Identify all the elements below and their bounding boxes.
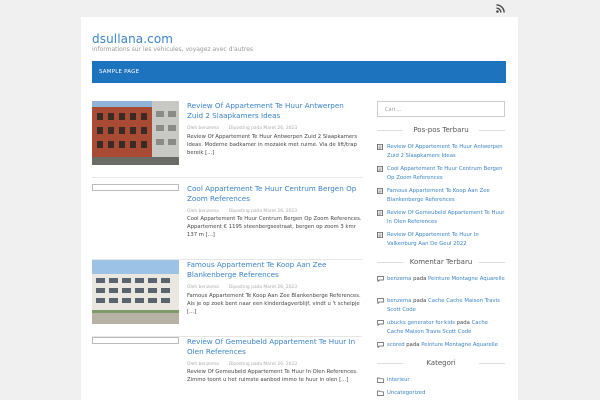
- site-description: informations sur les vehicules, voyagez …: [92, 46, 254, 53]
- comment-post-link[interactable]: Peinture Montagne Aquarelle: [428, 276, 505, 282]
- comment-author[interactable]: scored: [387, 342, 405, 348]
- post-date: Diposting pada Maret 26, 2023: [228, 126, 297, 131]
- main-navigation: SAMPLE PAGE: [92, 61, 506, 83]
- folder-icon: [377, 390, 384, 396]
- post-title[interactable]: Review Of Gemeubeld Appartement Te Huur …: [187, 337, 362, 357]
- document-icon: [377, 188, 383, 194]
- post-meta: Oleh benzema Diposting pada Maret 26, 202…: [187, 362, 297, 367]
- post-date: Diposting pada Maret 26, 2023: [228, 285, 297, 290]
- search-placeholder: Cari ...: [385, 107, 402, 113]
- recent-post-link[interactable]: Cool Appartement Te Huur Centrum Bergen …: [377, 165, 505, 182]
- document-icon: [377, 166, 383, 172]
- page-container: dsullana.com informations sur les vehicu…: [81, 17, 518, 400]
- post-excerpt: Review Of Gemeubeld Appartement Te Huur …: [187, 369, 358, 384]
- recent-post-link[interactable]: Review Of Appartement Te Huur In Valkenb…: [377, 231, 505, 248]
- categories-title: Kategori: [377, 359, 505, 367]
- rss-icon[interactable]: [496, 4, 505, 13]
- recent-post-link[interactable]: Review Of Gemeubeld Appartement Te Huur …: [377, 209, 505, 226]
- category-link[interactable]: interieur: [377, 377, 505, 383]
- post-thumbnail[interactable]: [92, 101, 179, 165]
- document-icon: [377, 144, 383, 150]
- document-icon: [377, 232, 383, 238]
- post-thumbnail[interactable]: [92, 260, 179, 324]
- post-thumbnail[interactable]: [92, 184, 179, 191]
- comment-icon: [377, 320, 384, 326]
- post-title[interactable]: Cool Appartement Te Huur Centrum Bergen …: [187, 184, 362, 204]
- post-title[interactable]: Review Of Appartement Te Huur Antwerpen …: [187, 101, 362, 121]
- comment-icon: [377, 276, 384, 282]
- recent-comment: benzema pada Cache Cache Maison Travis S…: [377, 297, 505, 314]
- document-icon: [377, 210, 383, 216]
- site-title[interactable]: dsullana.com: [92, 32, 173, 46]
- post-meta: Oleh benzema Diposting pada Maret 26, 202…: [187, 126, 297, 131]
- comment-author[interactable]: benzema: [387, 298, 411, 304]
- comment-icon: [377, 298, 384, 304]
- recent-comment: ubucks generator for kids pada Cache Cac…: [377, 319, 505, 336]
- post-title[interactable]: Famous Appartement Te Koop Aan Zee Blank…: [187, 260, 362, 280]
- folder-icon: [377, 377, 384, 383]
- top-bar: [0, 0, 600, 17]
- post-excerpt: Review Of Appartement Te Huur Antwerpen …: [187, 134, 358, 157]
- nav-item-sample-page[interactable]: SAMPLE PAGE: [99, 69, 139, 75]
- post-author[interactable]: Oleh benzema: [187, 126, 219, 131]
- recent-comments-title: Komentar Terbaru: [377, 258, 505, 266]
- post-date: Diposting pada Maret 26, 2023: [228, 209, 297, 214]
- post-author[interactable]: Oleh benzema: [187, 362, 219, 367]
- post-meta: Oleh benzema Diposting pada Maret 26, 202…: [187, 285, 297, 290]
- category-link[interactable]: Uncategorized: [377, 390, 505, 396]
- comment-author[interactable]: ubucks generator for kids: [387, 320, 455, 326]
- comment-icon: [377, 342, 384, 348]
- recent-comment: scored pada Peinture Montagne Aquarelle: [377, 341, 505, 350]
- recent-post-link[interactable]: Review Of Appartement Te Huur Antwerpen …: [377, 143, 505, 160]
- recent-post-link[interactable]: Famous Appartement Te Koop Aan Zee Blank…: [377, 187, 505, 204]
- comment-post-link[interactable]: Peinture Montagne Aquarelle: [421, 342, 498, 348]
- post-excerpt: Cool Appartement Te Huur Centrum Bergen …: [187, 216, 362, 239]
- post-thumbnail[interactable]: [92, 337, 179, 344]
- post-divider: [92, 177, 362, 178]
- post-author[interactable]: Oleh benzema: [187, 285, 219, 290]
- recent-comment: benzema pada Peinture Montagne Aquarelle: [377, 275, 505, 284]
- comment-author[interactable]: benzema: [387, 276, 411, 282]
- recent-posts-title: Pos-pos Terbaru: [377, 126, 505, 134]
- post-meta: Oleh benzema Diposting pada Maret 26, 202…: [187, 209, 297, 214]
- search-input[interactable]: Cari ...: [377, 101, 505, 117]
- post-date: Diposting pada Maret 26, 2023: [228, 362, 297, 367]
- post-author[interactable]: Oleh benzema: [187, 209, 219, 214]
- post-excerpt: Famous Appartement Te Koop Aan Zee Blank…: [187, 293, 361, 316]
